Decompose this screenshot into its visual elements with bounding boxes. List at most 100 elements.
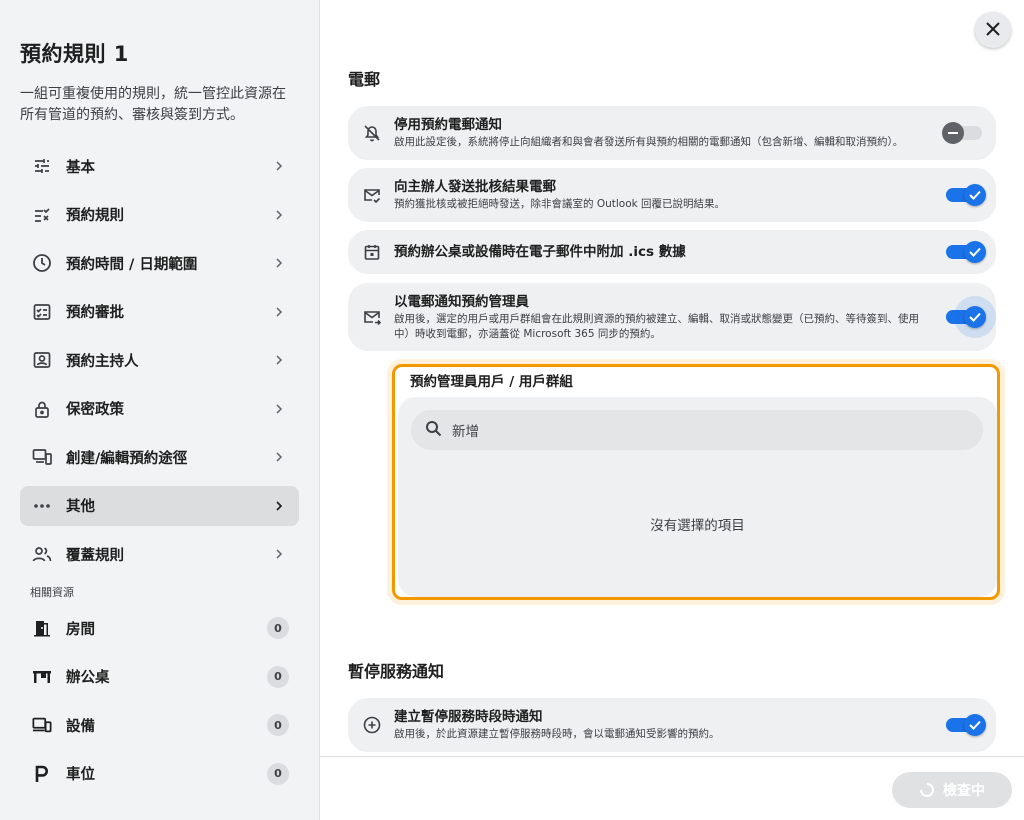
calendar-icon (362, 242, 382, 262)
sidebar-item-label: 保密政策 (66, 402, 124, 418)
resource-item-equipment[interactable]: 設備 0 (20, 705, 299, 745)
sidebar-item-time-range[interactable]: 預約時間 / 日期範圍 (20, 243, 299, 283)
admin-users-picker: 預約管理員用戶 / 用戶群組 新增 沒有選擇的項目 (392, 364, 1000, 600)
bell-off-icon (362, 123, 382, 143)
suspend-notify-toggle[interactable] (946, 714, 986, 736)
check-icon (964, 184, 986, 206)
suspend-section-title: 暫停服務通知 (348, 662, 445, 681)
close-button[interactable] (975, 12, 1011, 48)
close-icon (986, 21, 1000, 40)
resource-item-parking[interactable]: 車位 0 (20, 754, 299, 794)
admin-users-list: 新增 沒有選擇的項目 (398, 397, 997, 597)
booking-rule-dialog: 預約規則 1 一組可重複使用的規則，統一管控此資源在所有管道的預約、審核與簽到方… (0, 0, 1024, 820)
sidebar-item-label: 創建/編輯預約途徑 (66, 450, 188, 467)
setting-attach-ics: 預約辦公桌或設備時在電子郵件中附加 .ics 數據 (348, 230, 996, 274)
resource-label: 房間 (66, 621, 95, 638)
resource-item-desks[interactable]: 辦公桌 0 (20, 657, 299, 697)
setting-description: 啟用此設定後，系統將停止向組織者和與會者發送所有與預約相關的電郵通知（包含新增、… (394, 136, 904, 148)
lock-icon (32, 399, 52, 419)
chevron-right-icon (271, 546, 287, 562)
setting-title: 建立暫停服務時段時通知 (394, 709, 543, 725)
chevron-right-icon (271, 255, 287, 271)
count-badge: 0 (267, 665, 289, 688)
sidebar-item-label: 其他 (66, 499, 95, 515)
host-icon (32, 350, 52, 370)
sidebar-item-label: 預約時間 / 日期範圍 (66, 256, 198, 273)
sidebar-item-label: 覆蓋規則 (66, 547, 124, 564)
chevron-right-icon (271, 449, 287, 465)
admin-users-label: 預約管理員用戶 / 用戶群組 (410, 374, 573, 390)
sidebar-item-booking-channels[interactable]: 創建/編輯預約途徑 (20, 437, 299, 477)
sidebar-item-label: 預約主持人 (66, 353, 139, 370)
parking-icon (32, 764, 52, 784)
chevron-right-icon (271, 498, 287, 514)
spinner-icon (919, 782, 935, 798)
empty-state-text: 沒有選擇的項目 (650, 518, 745, 534)
setting-description: 預約獲批核或被拒絕時發送，除非會議室的 Outlook 回覆已說明結果。 (394, 198, 726, 210)
sidebar-item-approval[interactable]: 預約審批 (20, 292, 299, 332)
setting-title: 以電郵通知預約管理員 (394, 293, 529, 310)
resource-label: 設備 (66, 718, 95, 735)
sidebar-item-override-rules[interactable]: 覆蓋規則 (20, 534, 299, 574)
plus-circle-icon (362, 715, 382, 735)
search-placeholder: 新增 (452, 424, 479, 440)
sidebar-item-host[interactable]: 預約主持人 (20, 340, 299, 380)
resource-label: 車位 (66, 767, 95, 783)
count-badge: 0 (267, 617, 289, 639)
more-horizontal-icon (32, 496, 52, 516)
page-description: 一組可重複使用的規則，統一管控此資源在所有管道的預約、審核與簽到方式。 (20, 86, 286, 123)
disable-email-toggle[interactable] (942, 122, 982, 144)
approval-result-email-toggle[interactable] (946, 184, 986, 206)
device-icon (32, 715, 52, 735)
check-icon (964, 241, 986, 263)
checking-button-label: 檢查中 (943, 783, 985, 799)
email-section-title: 電郵 (348, 70, 381, 89)
sliders-icon (32, 156, 52, 176)
setting-notify-admins: 以電郵通知預約管理員 啟用後，選定的用戶或用戶群組會在此規則資源的預約被建立、編… (348, 283, 996, 351)
setting-title: 向主辦人發送批核結果電郵 (394, 179, 556, 195)
sidebar-item-label: 基本 (66, 159, 95, 176)
setting-title: 停用預約電郵通知 (394, 117, 502, 133)
setting-title: 預約辦公桌或設備時在電子郵件中附加 .ics 數據 (394, 244, 686, 260)
main-panel: 電郵 停用預約電郵通知 啟用此設定後，系統將停止向組織者和與會者發送所有與預約相… (320, 0, 1024, 820)
door-icon (32, 618, 52, 638)
sidebar-item-other[interactable]: 其他 (20, 485, 299, 526)
chevron-right-icon (271, 352, 287, 368)
notify-admins-toggle[interactable] (946, 296, 996, 338)
setting-description: 啟用後，選定的用戶或用戶群組會在此規則資源的預約被建立、編輯、取消或狀態變更（已… (394, 312, 919, 340)
dialog-footer: 檢查中 (320, 756, 1024, 820)
mail-arrow-icon (362, 307, 382, 327)
checklist-icon (32, 205, 52, 225)
chevron-right-icon (271, 207, 287, 223)
sidebar-item-privacy[interactable]: 保密政策 (20, 389, 299, 429)
sidebar-item-label: 預約規則 (66, 208, 124, 224)
search-icon (425, 420, 442, 441)
count-badge: 0 (267, 714, 289, 736)
checking-button[interactable]: 檢查中 (892, 772, 1012, 808)
approval-icon (32, 302, 52, 322)
sidebar-item-label: 預約審批 (66, 305, 124, 321)
page-title: 預約規則 1 (20, 42, 129, 66)
setting-approval-result-email: 向主辦人發送批核結果電郵 預約獲批核或被拒絕時發送，除非會議室的 Outlook… (348, 168, 996, 222)
check-icon (964, 714, 986, 736)
resource-label: 辦公桌 (66, 670, 110, 686)
chevron-right-icon (271, 401, 287, 417)
sidebar-nav: 基本 預約規則 預約時間 / 日期範圍 預約審批 預約主持人 保密政策 創建/編… (20, 146, 299, 574)
count-badge: 0 (267, 762, 289, 785)
sidebar-item-booking-rules[interactable]: 預約規則 (20, 195, 299, 235)
mail-check-icon (362, 185, 382, 205)
resource-item-rooms[interactable]: 房間 0 (20, 608, 299, 648)
sidebar-item-basic[interactable]: 基本 (20, 146, 299, 186)
attach-ics-toggle[interactable] (946, 241, 986, 263)
clock-icon (32, 253, 52, 273)
setting-disable-email: 停用預約電郵通知 啟用此設定後，系統將停止向組織者和與會者發送所有與預約相關的電… (348, 106, 996, 160)
setting-suspend-notify: 建立暫停服務時段時通知 啟用後，於此資源建立暫停服務時段時，會以電郵通知受影響的… (348, 698, 996, 752)
check-icon (964, 306, 986, 328)
devices-icon (32, 447, 52, 467)
setting-description: 啟用後，於此資源建立暫停服務時段時，會以電郵通知受影響的預約。 (394, 728, 720, 740)
resources-list: 房間 0 辦公桌 0 設備 0 車位 0 (20, 608, 299, 794)
people-icon (32, 544, 52, 564)
admin-search-input[interactable]: 新增 (411, 410, 983, 450)
chevron-right-icon (271, 158, 287, 174)
resources-heading: 相關資源 (30, 586, 74, 599)
